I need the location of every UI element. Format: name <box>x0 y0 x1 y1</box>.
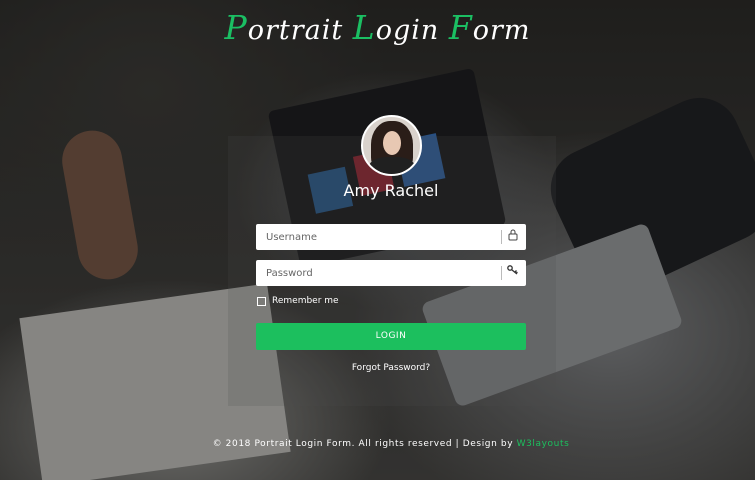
user-lock-icon <box>505 229 521 245</box>
login-button[interactable]: LOGIN <box>256 323 526 350</box>
field-divider <box>501 230 502 244</box>
footer-credits: © 2018 Portrait Login Form. All rights r… <box>0 439 755 449</box>
remember-label: Remember me <box>272 296 339 306</box>
password-field[interactable] <box>256 260 526 286</box>
password-input[interactable] <box>256 260 496 286</box>
username-input[interactable] <box>256 224 496 250</box>
profile-name: Amy Rachel <box>343 181 439 200</box>
username-field[interactable] <box>256 224 526 250</box>
forgot-password-link[interactable]: Forgot Password? <box>0 363 755 373</box>
footer-link[interactable]: W3layouts <box>517 439 570 449</box>
footer-text: © 2018 Portrait Login Form. All rights r… <box>212 439 517 449</box>
remember-me[interactable]: Remember me <box>257 296 339 306</box>
page-title: Portrait Login Form <box>224 8 531 47</box>
remember-checkbox[interactable] <box>257 296 266 306</box>
key-icon <box>505 265 521 281</box>
field-divider <box>501 266 502 280</box>
avatar <box>361 115 422 176</box>
